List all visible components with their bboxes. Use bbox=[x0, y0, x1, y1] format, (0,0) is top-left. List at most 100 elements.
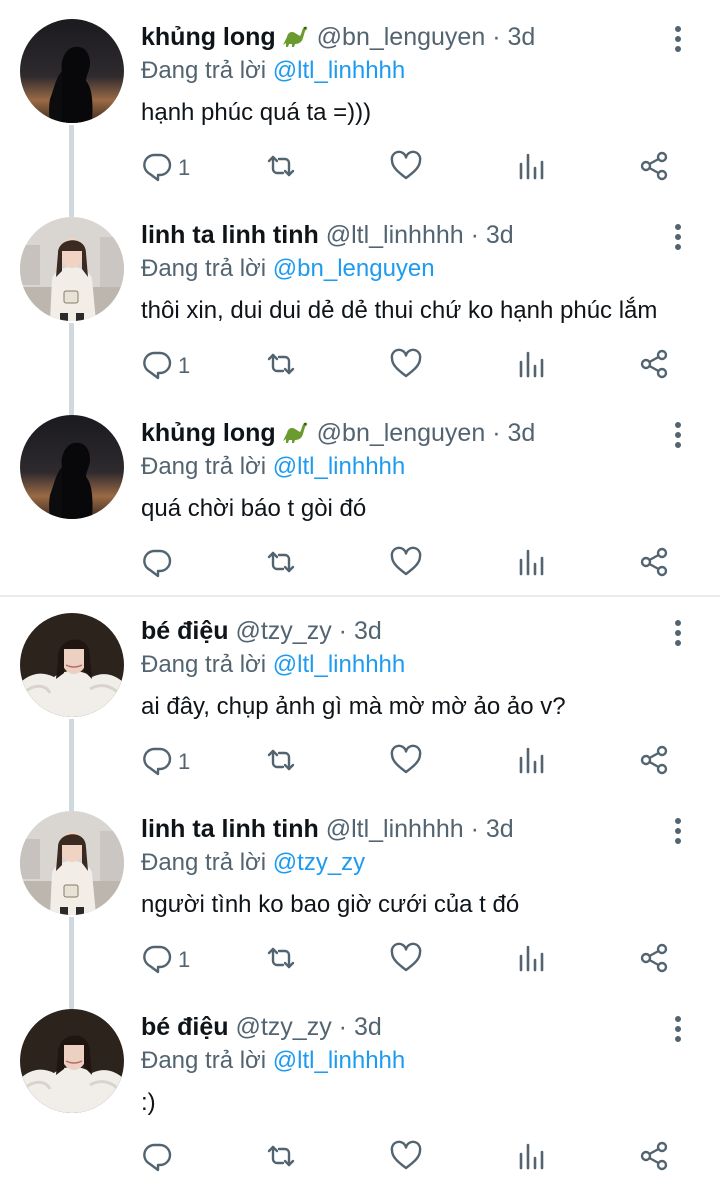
user-handle[interactable]: @bn_lenguyen bbox=[317, 419, 486, 447]
tweet[interactable]: khủng long @bn_lenguyen · 3d Đang trả lờ… bbox=[0, 0, 720, 198]
more-options-icon[interactable] bbox=[666, 24, 690, 54]
analytics-button[interactable] bbox=[514, 1138, 548, 1178]
reply-count: 1 bbox=[178, 947, 191, 972]
like-button[interactable] bbox=[389, 940, 423, 980]
more-options-icon[interactable] bbox=[666, 618, 690, 648]
retweet-button[interactable] bbox=[264, 544, 298, 584]
dinosaur-icon bbox=[280, 419, 310, 445]
mention-link[interactable]: @ltl_linhhhh bbox=[273, 1047, 405, 1074]
reply-button[interactable]: 1 bbox=[140, 742, 190, 782]
like-button[interactable] bbox=[389, 346, 423, 386]
tweet[interactable]: linh ta linh tinh @ltl_linhhhh · 3d Đang… bbox=[0, 792, 720, 990]
replying-to-label: Đang trả lời bbox=[141, 849, 267, 876]
avatar[interactable] bbox=[20, 1009, 124, 1113]
analytics-button[interactable] bbox=[514, 742, 548, 782]
like-icon bbox=[389, 545, 423, 584]
timestamp[interactable]: 3d bbox=[507, 23, 535, 51]
more-options-icon[interactable] bbox=[666, 816, 690, 846]
more-options-icon[interactable] bbox=[666, 222, 690, 252]
display-name[interactable]: bé điệu bbox=[141, 617, 229, 645]
timestamp[interactable]: 3d bbox=[354, 617, 382, 645]
tweet-header: khủng long @bn_lenguyen · 3d bbox=[141, 417, 535, 449]
mention-link[interactable]: @ltl_linhhhh bbox=[273, 57, 405, 84]
share-button[interactable] bbox=[637, 148, 671, 188]
like-button[interactable] bbox=[389, 1138, 423, 1178]
retweet-button[interactable] bbox=[264, 742, 298, 782]
replying-to-label: Đang trả lời bbox=[141, 255, 267, 282]
mention-link[interactable]: @ltl_linhhhh bbox=[273, 651, 405, 678]
replying-to: Đang trả lời @ltl_linhhhh bbox=[141, 451, 405, 483]
retweet-button[interactable] bbox=[264, 148, 298, 188]
avatar[interactable] bbox=[20, 811, 124, 915]
mention-link[interactable]: @tzy_zy bbox=[273, 849, 365, 876]
avatar[interactable] bbox=[20, 613, 124, 717]
tweet-header: khủng long @bn_lenguyen · 3d bbox=[141, 21, 535, 53]
timestamp[interactable]: 3d bbox=[486, 221, 514, 249]
user-handle[interactable]: @bn_lenguyen bbox=[317, 23, 486, 51]
timestamp[interactable]: 3d bbox=[486, 815, 514, 843]
analytics-button[interactable] bbox=[514, 940, 548, 980]
analytics-button[interactable] bbox=[514, 544, 548, 584]
tweet[interactable]: bé điệu @tzy_zy · 3d Đang trả lời @ltl_l… bbox=[0, 594, 720, 792]
analytics-icon bbox=[514, 1139, 548, 1178]
avatar[interactable] bbox=[20, 217, 124, 321]
like-button[interactable] bbox=[389, 148, 423, 188]
display-name[interactable]: bé điệu bbox=[141, 1013, 229, 1041]
user-handle[interactable]: @ltl_linhhhh bbox=[326, 221, 464, 249]
retweet-button[interactable] bbox=[264, 346, 298, 386]
reply-icon bbox=[140, 149, 174, 188]
user-handle[interactable]: @ltl_linhhhh bbox=[326, 815, 464, 843]
analytics-icon bbox=[514, 941, 548, 980]
analytics-button[interactable] bbox=[514, 346, 548, 386]
timestamp[interactable]: 3d bbox=[507, 419, 535, 447]
share-button[interactable] bbox=[637, 1138, 671, 1178]
tweet-text: hạnh phúc quá ta =))) bbox=[141, 99, 372, 126]
avatar[interactable] bbox=[20, 415, 124, 519]
share-icon bbox=[637, 743, 671, 782]
share-button[interactable] bbox=[637, 742, 671, 782]
like-button[interactable] bbox=[389, 742, 423, 782]
share-button[interactable] bbox=[637, 544, 671, 584]
analytics-button[interactable] bbox=[514, 148, 548, 188]
tweet[interactable]: khủng long @bn_lenguyen · 3d Đang trả lờ… bbox=[0, 396, 720, 594]
replying-to-label: Đang trả lời bbox=[141, 57, 267, 84]
display-name[interactable]: khủng long bbox=[141, 23, 276, 51]
tweet[interactable]: linh ta linh tinh @ltl_linhhhh · 3d Đang… bbox=[0, 198, 720, 396]
reply-count: 1 bbox=[178, 353, 191, 378]
share-button[interactable] bbox=[637, 940, 671, 980]
analytics-icon bbox=[514, 149, 548, 188]
mention-link[interactable]: @bn_lenguyen bbox=[273, 255, 435, 282]
mention-link[interactable]: @ltl_linhhhh bbox=[273, 453, 405, 480]
analytics-icon bbox=[514, 347, 548, 386]
reply-icon bbox=[140, 347, 174, 386]
share-button[interactable] bbox=[637, 346, 671, 386]
display-name[interactable]: khủng long bbox=[141, 419, 276, 447]
action-bar: 1 bbox=[0, 148, 720, 188]
replying-to: Đang trả lời @bn_lenguyen bbox=[141, 253, 435, 285]
more-options-icon[interactable] bbox=[666, 1014, 690, 1044]
separator-dot: · bbox=[492, 419, 501, 447]
tweet[interactable]: bé điệu @tzy_zy · 3d Đang trả lời @ltl_l… bbox=[0, 990, 720, 1183]
share-icon bbox=[637, 347, 671, 386]
analytics-icon bbox=[514, 743, 548, 782]
like-button[interactable] bbox=[389, 544, 423, 584]
reply-icon bbox=[140, 545, 174, 584]
retweet-icon bbox=[264, 941, 298, 980]
avatar[interactable] bbox=[20, 19, 124, 123]
reply-button[interactable]: 1 bbox=[140, 148, 190, 188]
display-name[interactable]: linh ta linh tinh bbox=[141, 221, 319, 249]
display-name[interactable]: linh ta linh tinh bbox=[141, 815, 319, 843]
more-options-icon[interactable] bbox=[666, 420, 690, 450]
separator-dot: · bbox=[470, 221, 479, 249]
retweet-button[interactable] bbox=[264, 940, 298, 980]
tweet-text: :) bbox=[141, 1089, 156, 1116]
reply-button[interactable] bbox=[140, 1138, 178, 1178]
reply-button[interactable] bbox=[140, 544, 178, 584]
reply-button[interactable]: 1 bbox=[140, 940, 190, 980]
user-handle[interactable]: @tzy_zy bbox=[235, 1013, 331, 1041]
retweet-button[interactable] bbox=[264, 1138, 298, 1178]
timestamp[interactable]: 3d bbox=[354, 1013, 382, 1041]
reply-button[interactable]: 1 bbox=[140, 346, 190, 386]
user-handle[interactable]: @tzy_zy bbox=[235, 617, 331, 645]
tweet-header: bé điệu @tzy_zy · 3d bbox=[141, 1011, 382, 1043]
